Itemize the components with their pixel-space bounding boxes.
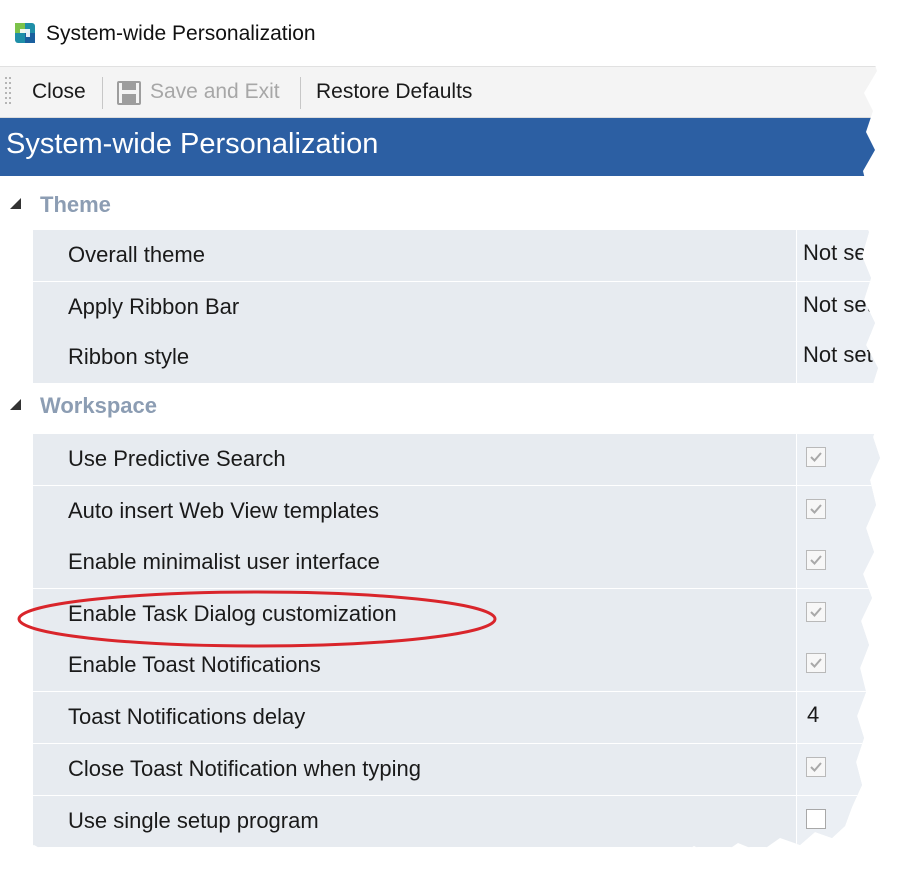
toolbar-grip-icon[interactable]	[3, 75, 15, 109]
save-icon	[117, 81, 141, 105]
window: System-wide Personalization Close Save a…	[0, 0, 882, 873]
checkbox[interactable]	[806, 499, 826, 519]
checkbox[interactable]	[806, 809, 826, 829]
property-value-cell	[796, 640, 882, 691]
property-label: Apply Ribbon Bar	[68, 294, 240, 319]
property-row-enable-toast-notifications[interactable]: Enable Toast Notifications	[33, 640, 882, 692]
property-row-enable-task-dialog-customization[interactable]: Enable Task Dialog customization	[33, 589, 882, 641]
property-value-cell[interactable]: Not set	[796, 332, 882, 383]
property-value-cell[interactable]: Not set	[796, 282, 882, 333]
close-button[interactable]: Close	[32, 77, 86, 107]
property-row-overall-theme[interactable]: Overall theme Not set	[33, 230, 882, 282]
save-and-exit-button[interactable]: Save and Exit	[150, 77, 280, 107]
page-header: System-wide Personalization	[0, 118, 882, 176]
property-value-cell	[796, 744, 882, 795]
checkbox[interactable]	[806, 447, 826, 467]
property-value-cell[interactable]: 4	[796, 692, 882, 743]
property-row-enable-minimalist-user-interface[interactable]: Enable minimalist user interface	[33, 537, 882, 589]
property-value-cell	[796, 796, 882, 847]
property-row-apply-ribbon-bar[interactable]: Apply Ribbon Bar Not set	[33, 282, 882, 334]
property-label: Ribbon style	[68, 344, 190, 369]
checkbox[interactable]	[806, 602, 826, 622]
property-row-close-toast-notification-when-typing[interactable]: Close Toast Notification when typing	[33, 744, 882, 796]
group-workspace[interactable]: Workspace	[0, 381, 882, 433]
property-value-cell[interactable]: Not set	[796, 230, 882, 281]
property-value-cell	[796, 434, 882, 485]
toolbar-separator	[300, 77, 301, 109]
property-value-cell	[796, 537, 882, 588]
collapse-arrow-icon[interactable]	[10, 198, 21, 209]
property-label: Use Predictive Search	[68, 446, 286, 471]
window-title: System-wide Personalization	[46, 22, 316, 45]
property-label: Close Toast Notification when typing	[68, 756, 422, 781]
property-value: Not set	[803, 240, 873, 265]
app-icon	[15, 23, 35, 43]
property-row-ribbon-style[interactable]: Ribbon style Not set	[33, 332, 882, 384]
property-row-use-predictive-search[interactable]: Use Predictive Search	[33, 434, 882, 486]
property-label: Enable minimalist user interface	[68, 549, 380, 574]
group-label: Theme	[40, 192, 111, 217]
property-label: Auto insert Web View templates	[68, 498, 380, 523]
property-row-toast-notifications-delay[interactable]: Toast Notifications delay 4	[33, 692, 882, 744]
restore-defaults-button[interactable]: Restore Defaults	[316, 77, 472, 107]
checkbox[interactable]	[806, 653, 826, 673]
collapse-arrow-icon[interactable]	[10, 399, 21, 410]
group-label: Workspace	[40, 393, 157, 418]
property-label: Overall theme	[68, 242, 205, 267]
property-value-cell	[796, 486, 882, 537]
property-label: Use single setup program	[68, 808, 319, 833]
property-row-auto-insert-web-view-templates[interactable]: Auto insert Web View templates	[33, 486, 882, 538]
property-value: Not set	[803, 342, 873, 367]
property-row-use-single-setup-program[interactable]: Use single setup program	[33, 796, 882, 848]
toolbar: Close Save and Exit Restore Defaults	[0, 67, 882, 118]
property-value-cell	[796, 589, 882, 640]
checkbox[interactable]	[806, 757, 826, 777]
title-bar: System-wide Personalization	[0, 0, 882, 67]
toolbar-separator	[102, 77, 103, 109]
property-value: 4	[807, 702, 820, 727]
property-label: Enable Toast Notifications	[68, 652, 321, 677]
checkbox[interactable]	[806, 550, 826, 570]
page-title: System-wide Personalization	[6, 128, 379, 160]
property-value: Not set	[803, 292, 873, 317]
group-theme[interactable]: Theme	[0, 180, 882, 232]
property-label: Enable Task Dialog customization	[68, 601, 397, 626]
property-label: Toast Notifications delay	[68, 704, 306, 729]
